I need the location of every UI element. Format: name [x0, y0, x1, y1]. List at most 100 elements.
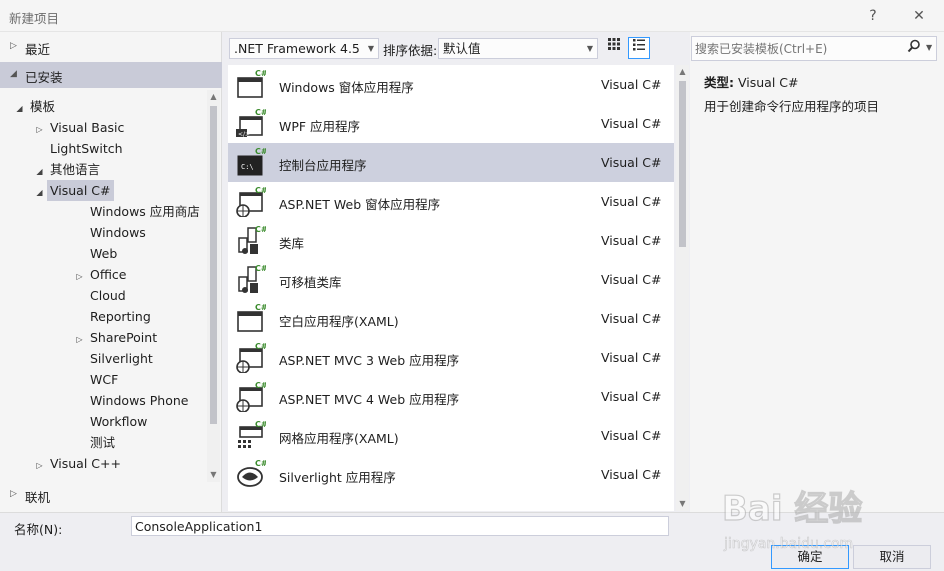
template-row[interactable]: </> C# WPF 应用程序 Visual C#: [228, 104, 674, 143]
collapse-arrow-icon[interactable]: ◢: [10, 69, 17, 79]
tree-item[interactable]: WCF: [72, 369, 121, 390]
template-name: 类库: [279, 236, 305, 251]
search-box[interactable]: ▼: [691, 36, 937, 61]
silverlight-template-icon: C#: [236, 458, 268, 490]
tree-item[interactable]: LightSwitch: [32, 138, 126, 159]
template-name: ASP.NET MVC 4 Web 应用程序: [279, 392, 460, 407]
collapse-arrow-icon[interactable]: ◢: [32, 161, 47, 182]
window-template-icon: C#: [236, 68, 268, 100]
tree-item-label: Cloud: [90, 288, 126, 303]
expand-arrow-icon[interactable]: ▷: [10, 41, 17, 51]
tree-item[interactable]: Silverlight: [72, 348, 156, 369]
template-row[interactable]: C# 网格应用程序(XAML) Visual C#: [228, 416, 674, 455]
tree-item[interactable]: Windows Phone: [72, 390, 192, 411]
tree-item-label: Windows: [90, 225, 146, 240]
close-button[interactable]: ✕: [907, 5, 931, 27]
template-name: 可移植类库: [279, 275, 342, 290]
svg-text:C:\: C:\: [241, 163, 254, 171]
tree-item[interactable]: Windows 应用商店: [72, 201, 203, 222]
template-row[interactable]: C# Silverlight 应用程序 Visual C#: [228, 455, 674, 494]
template-name: Silverlight 应用程序: [279, 470, 396, 485]
dialog-title: 新建项目: [9, 11, 60, 26]
tree-item[interactable]: 测试: [72, 432, 118, 453]
sort-value: 默认值: [443, 41, 481, 56]
tree-item[interactable]: Workflow: [72, 411, 150, 432]
collapse-arrow-icon[interactable]: ◢: [32, 182, 47, 203]
template-row[interactable]: C# 可移植类库 Visual C#: [228, 260, 674, 299]
small-icons-view-button[interactable]: [603, 37, 625, 59]
svg-text:C#: C#: [255, 459, 266, 468]
expand-arrow-icon[interactable]: ▷: [72, 329, 87, 350]
tree-item[interactable]: ▷ Visual Basic: [32, 117, 127, 138]
scroll-down-icon[interactable]: ▼: [676, 497, 689, 511]
chevron-down-icon[interactable]: ▼: [587, 39, 593, 58]
expand-arrow-icon[interactable]: ▷: [32, 455, 47, 476]
tree-item[interactable]: ◢ 模板: [12, 96, 58, 117]
scroll-thumb[interactable]: [679, 81, 686, 247]
svg-text:C#: C#: [255, 225, 266, 234]
expand-arrow-icon[interactable]: ▷: [32, 119, 47, 140]
console-template-icon: C:\C#: [236, 146, 268, 178]
nav-installed[interactable]: ◢ 已安装: [0, 62, 222, 88]
tree-item-label: Office: [90, 267, 127, 282]
tree-item[interactable]: Cloud: [72, 285, 129, 306]
tree-item-label: Visual C#: [47, 180, 114, 201]
scroll-down-icon[interactable]: ▼: [207, 468, 220, 482]
tree-item[interactable]: ◢ 其他语言: [32, 159, 103, 180]
baidu-watermark-logo: Bai 经验 jingyan.baidu.com: [721, 478, 902, 568]
tree-item-label: Silverlight: [90, 351, 153, 366]
scroll-up-icon[interactable]: ▲: [207, 90, 220, 104]
tree-item[interactable]: Windows: [72, 222, 149, 243]
svg-text:C#: C#: [255, 381, 266, 390]
template-row[interactable]: C# ASP.NET MVC 3 Web 应用程序 Visual C#: [228, 338, 674, 377]
nav-recent[interactable]: ▷ 最近: [0, 34, 222, 60]
collapse-arrow-icon[interactable]: ◢: [12, 98, 27, 119]
template-row[interactable]: C# 空白应用程序(XAML) Visual C#: [228, 299, 674, 338]
tree-item[interactable]: Web: [72, 243, 120, 264]
template-row[interactable]: C# ASP.NET Web 窗体应用程序 Visual C#: [228, 182, 674, 221]
template-name: ASP.NET Web 窗体应用程序: [279, 197, 441, 212]
svg-text:C#: C#: [255, 264, 266, 273]
svg-text:C#: C#: [255, 147, 266, 156]
template-name: 网格应用程序(XAML): [279, 431, 399, 446]
scroll-thumb[interactable]: [210, 106, 217, 424]
tree-item-label: 测试: [90, 435, 116, 450]
project-name-input[interactable]: [131, 516, 669, 536]
template-name: ASP.NET MVC 3 Web 应用程序: [279, 353, 460, 368]
scroll-up-icon[interactable]: ▲: [676, 65, 689, 79]
expand-arrow-icon[interactable]: ▷: [72, 266, 87, 287]
watermark-url: jingyan.baidu.com: [723, 536, 853, 552]
framework-dropdown[interactable]: .NET Framework 4.5 ▼: [229, 38, 379, 59]
template-language: Visual C#: [601, 467, 662, 482]
template-row[interactable]: C:\C# 控制台应用程序 Visual C#: [228, 143, 674, 182]
template-list-scrollbar[interactable]: ▲ ▼: [676, 65, 689, 511]
tree-item[interactable]: ◢ Visual C#: [32, 180, 114, 201]
list-view-button[interactable]: [628, 37, 650, 59]
help-button[interactable]: ?: [861, 5, 885, 27]
nav-online[interactable]: ▷ 联机: [0, 482, 222, 508]
svg-text:C#: C#: [255, 420, 266, 429]
tree-item-label: Windows Phone: [90, 393, 189, 408]
search-input[interactable]: [695, 40, 900, 57]
sort-dropdown[interactable]: 默认值 ▼: [438, 38, 598, 59]
template-row[interactable]: C# 类库 Visual C#: [228, 221, 674, 260]
template-list: C# Windows 窗体应用程序 Visual C# </> C# WPF 应用程序 Vi…: [228, 65, 674, 511]
template-language: Visual C#: [601, 389, 662, 404]
template-row[interactable]: C# Windows 窗体应用程序 Visual C#: [228, 65, 674, 104]
tree-scrollbar[interactable]: ▲ ▼: [207, 90, 220, 482]
template-row[interactable]: C# ASP.NET MVC 4 Web 应用程序 Visual C#: [228, 377, 674, 416]
svg-text:C#: C#: [255, 108, 266, 117]
tree-item[interactable]: ▷ SharePoint: [72, 327, 160, 348]
tree-item[interactable]: ▷ Visual C++: [32, 453, 124, 474]
name-label: 名称(N):: [14, 522, 63, 537]
tree-item[interactable]: Reporting: [72, 306, 154, 327]
svg-text:C#: C#: [255, 69, 266, 78]
tree-item-label: Web: [90, 246, 118, 261]
expand-arrow-icon[interactable]: ▷: [10, 489, 17, 499]
search-icon[interactable]: [907, 39, 921, 57]
left-nav-panel: ▷ 最近 ◢ 已安装 ◢ 模板 ▷ Visual Basic LightSwitch ◢ 其…: [0, 32, 222, 512]
nav-installed-label: 已安装: [25, 70, 63, 85]
chevron-down-icon[interactable]: ▼: [368, 39, 374, 58]
chevron-down-icon[interactable]: ▼: [926, 43, 932, 52]
tree-item[interactable]: ▷ Office: [72, 264, 130, 285]
